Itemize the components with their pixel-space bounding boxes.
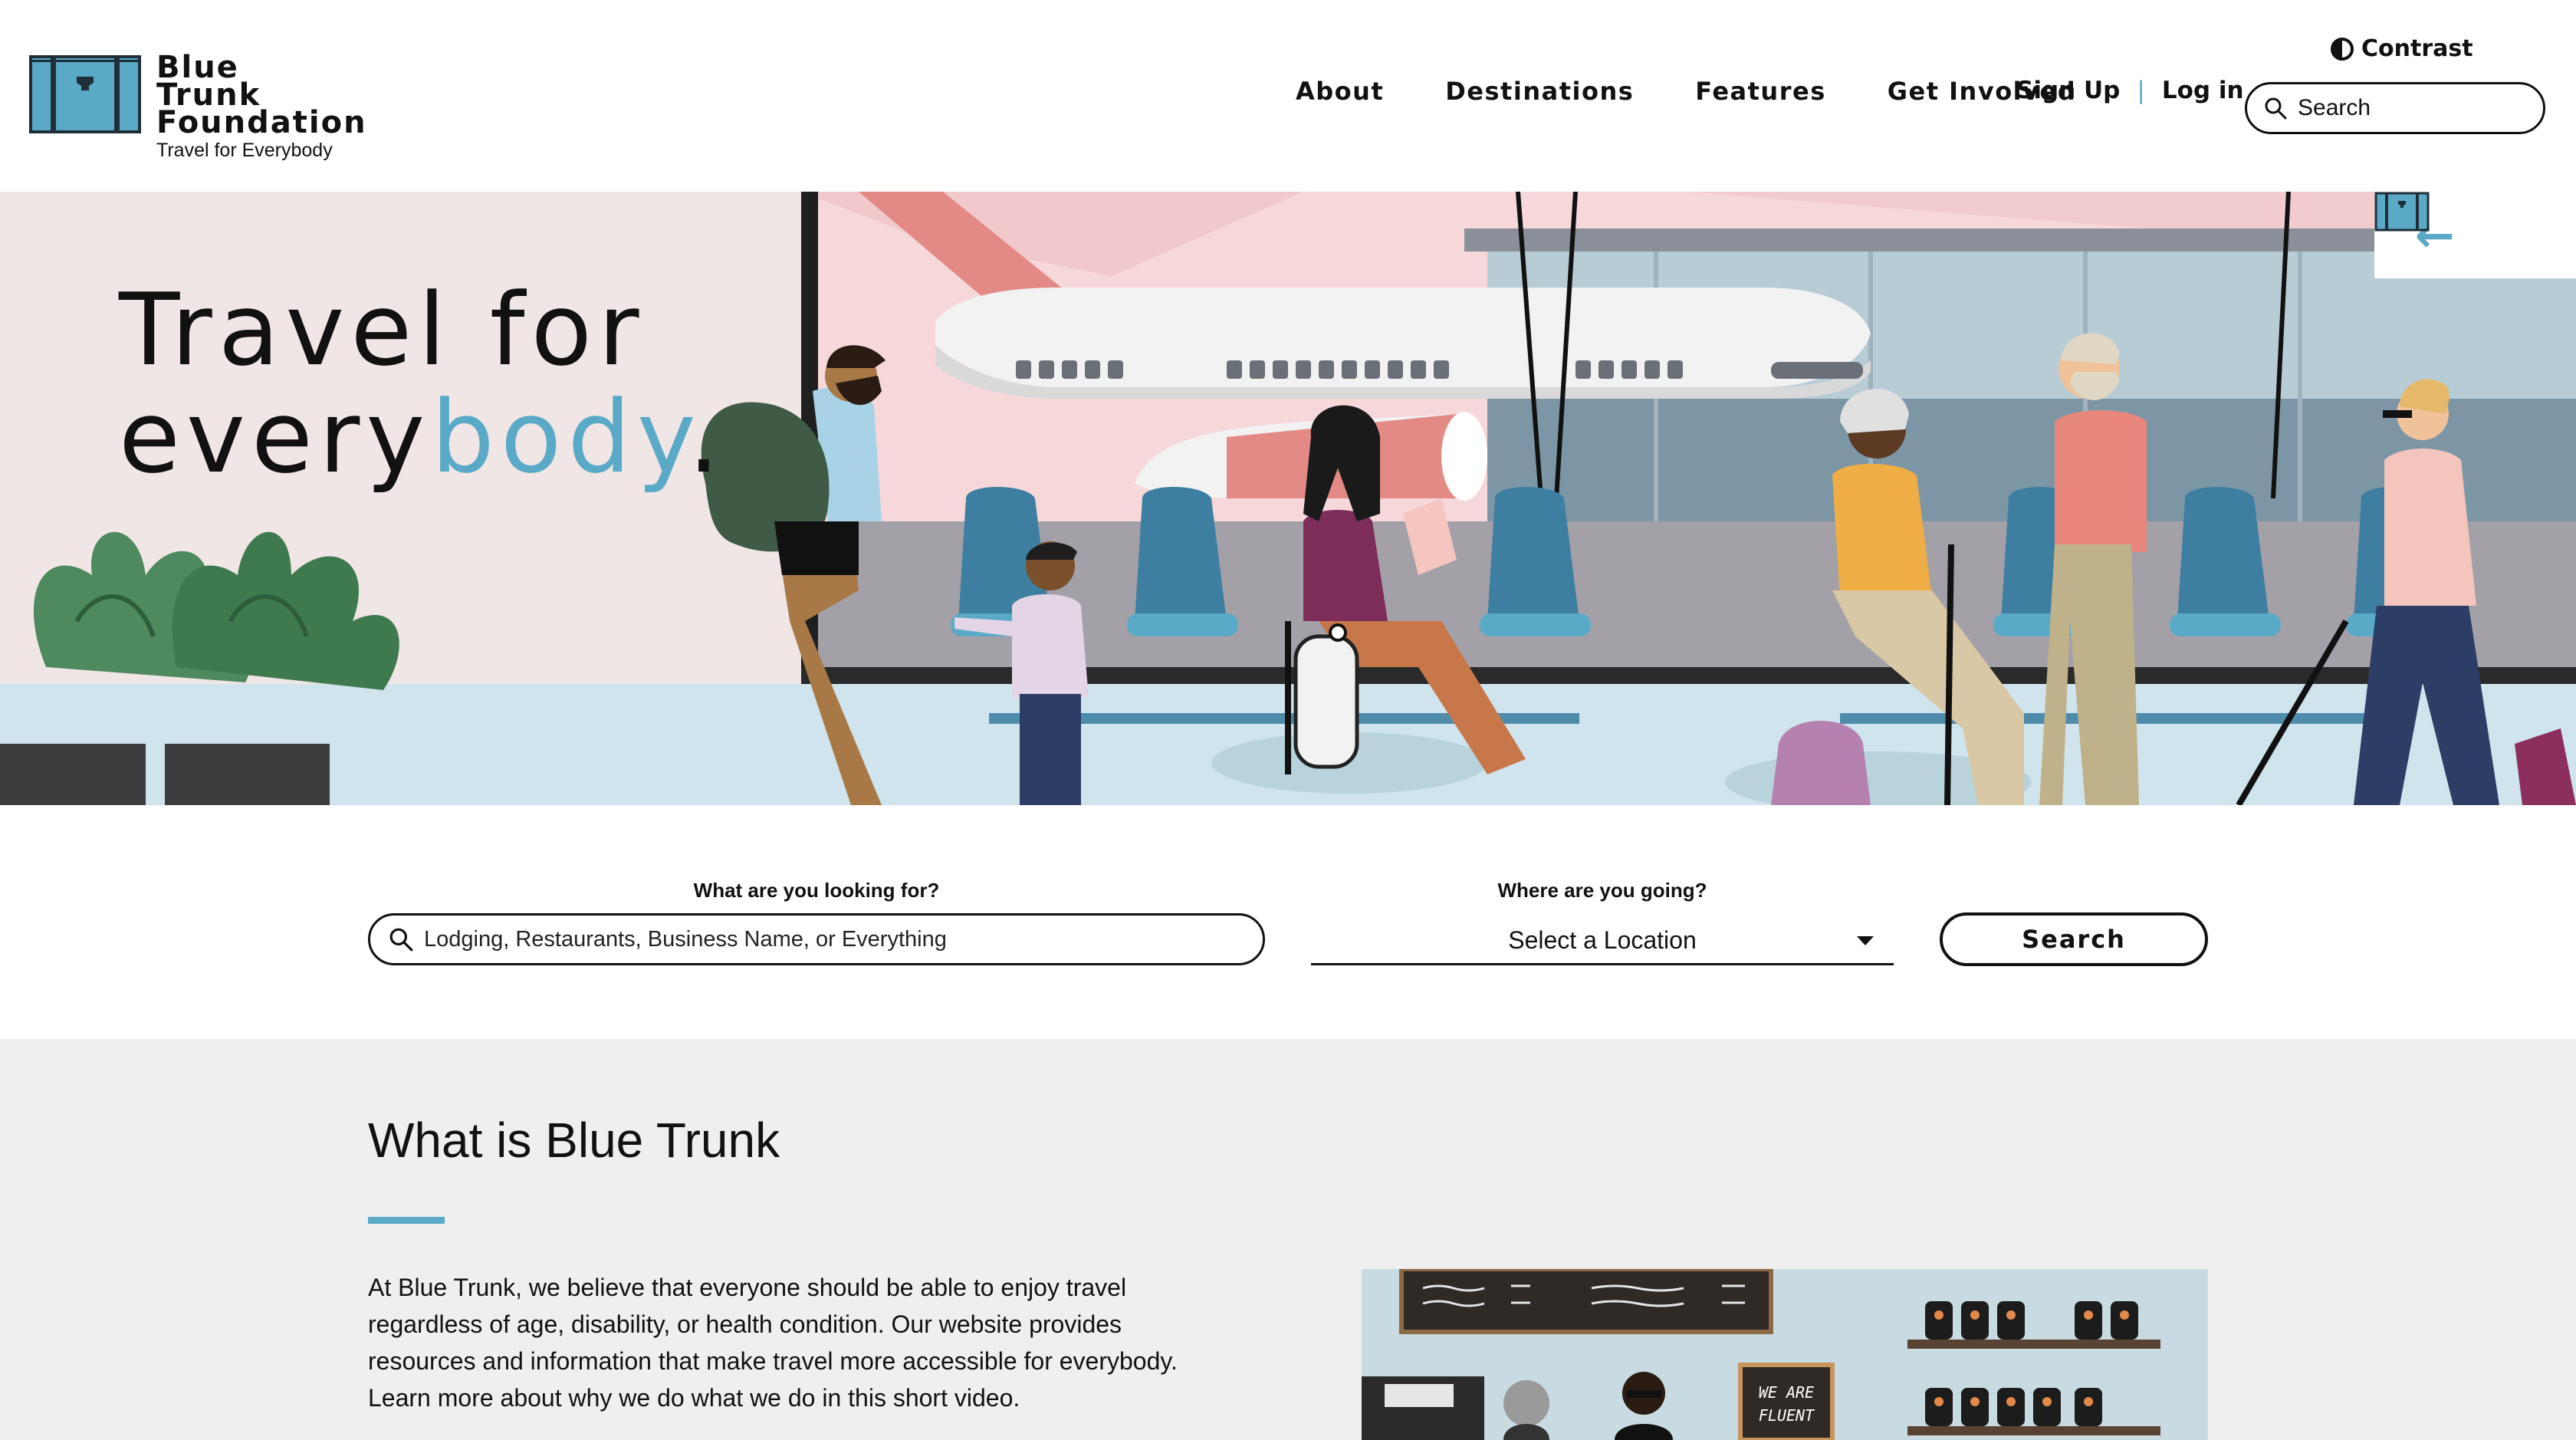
hero-title-accent: body	[431, 379, 688, 495]
hero-banner: Travel for everybody. ←	[0, 192, 2576, 805]
nav-about[interactable]: About	[1296, 77, 1384, 106]
what-search-field[interactable]	[368, 913, 1265, 965]
trunk-icon	[29, 55, 141, 133]
search-icon	[389, 928, 413, 952]
cafe-illustration: WE ARE FLUENT	[1362, 1269, 2208, 1440]
nav-destinations[interactable]: Destinations	[1445, 77, 1634, 106]
location-select-value: Select a Location	[1508, 926, 1697, 954]
log-in-link[interactable]: Log in	[2162, 77, 2244, 104]
location-select[interactable]: Select a Location	[1311, 918, 1894, 965]
about-section: What is Blue Trunk At Blue Trunk, we bel…	[0, 1039, 2576, 1440]
hero-title: Travel for everybody.	[119, 276, 726, 491]
search-icon	[2265, 97, 2287, 120]
search-band: What are you looking for? Where are you …	[0, 805, 2576, 1039]
video-thumbnail[interactable]: WE ARE FLUENT	[1362, 1269, 2208, 1440]
contrast-label: Contrast	[2361, 35, 2473, 62]
caret-down-icon	[1857, 936, 1874, 945]
auth-separator: |	[2137, 77, 2145, 104]
what-search-input[interactable]	[424, 926, 1252, 952]
about-title: What is Blue Trunk	[368, 1113, 780, 1168]
header-search[interactable]	[2245, 82, 2545, 134]
carousel-controls: ←	[2374, 192, 2576, 278]
search-button[interactable]: Search	[1940, 912, 2208, 966]
hero-title-line1: Travel for	[119, 271, 646, 388]
title-underline	[368, 1217, 445, 1224]
auth-links: Sign Up | Log in	[2016, 77, 2244, 104]
header-search-input[interactable]	[2298, 95, 2528, 121]
contrast-icon	[2331, 37, 2354, 61]
logo-name: Blue Trunk Foundation	[156, 50, 367, 140]
site-header: Blue Trunk Foundation Travel for Everybo…	[0, 0, 2576, 192]
what-label: What are you looking for?	[693, 879, 940, 902]
hero-title-period: .	[688, 379, 726, 495]
sign-up-link[interactable]: Sign Up	[2016, 77, 2120, 104]
site-logo[interactable]: Blue Trunk Foundation Travel for Everybo…	[29, 50, 367, 162]
hero-title-every: every	[119, 379, 432, 495]
svg-text:WE ARE: WE ARE	[1759, 1383, 1814, 1402]
main-nav: About Destinations Features Get Involved	[1296, 77, 2137, 106]
nav-features[interactable]: Features	[1695, 77, 1825, 106]
where-label: Where are you going?	[1497, 879, 1707, 902]
logo-tagline: Travel for Everybody	[156, 140, 333, 161]
svg-text:FLUENT: FLUENT	[1759, 1406, 1815, 1425]
contrast-toggle[interactable]: Contrast	[2331, 35, 2473, 62]
about-body: At Blue Trunk, we believe that everyone …	[368, 1274, 1178, 1412]
